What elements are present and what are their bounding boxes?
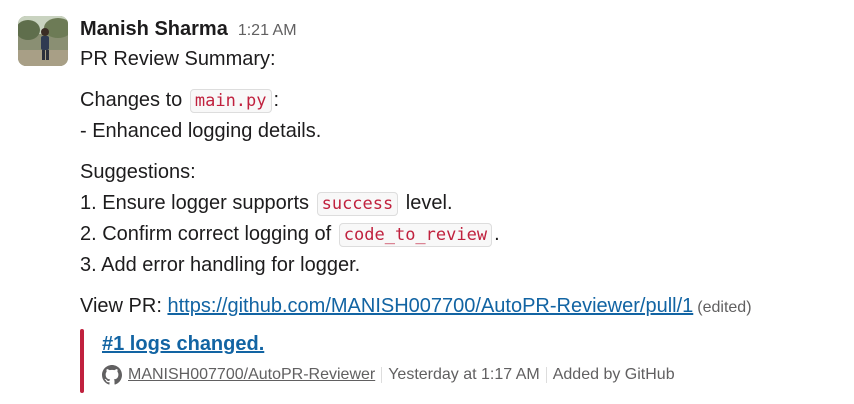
- message: Manish Sharma 1:21 AM PR Review Summary:…: [0, 0, 854, 404]
- suggestions-heading: Suggestions:: [80, 161, 196, 183]
- changes-file-code: main.py: [189, 89, 272, 113]
- suggestion-2: 2. Confirm correct logging of code_to_re…: [80, 219, 840, 250]
- message-header: Manish Sharma 1:21 AM: [80, 14, 840, 44]
- view-pr-line: View PR: https://github.com/MANISH007700…: [80, 291, 840, 323]
- changes-line: Changes to main.py:: [80, 85, 840, 116]
- edited-label: (edited): [697, 299, 752, 316]
- avatar[interactable]: [18, 16, 68, 66]
- github-icon: [102, 365, 122, 385]
- suggestion-1-prefix: 1. Ensure logger supports: [80, 192, 315, 214]
- suggestion-2-prefix: 2. Confirm correct logging of: [80, 223, 337, 245]
- unfurl-title-link[interactable]: #1 logs changed.: [102, 329, 264, 359]
- change-item: - Enhanced logging details.: [80, 120, 322, 142]
- suggestion-2-suffix: .: [494, 223, 500, 245]
- message-content: Manish Sharma 1:21 AM PR Review Summary:…: [80, 14, 840, 393]
- unfurl-added-by: Added by GitHub: [552, 366, 675, 383]
- unfurl-accent-bar: [80, 329, 84, 393]
- view-pr-label: View PR:: [80, 295, 168, 317]
- unfurl-time: Yesterday at 1:17 AM: [388, 366, 540, 383]
- pr-link[interactable]: https://github.com/MANISH007700/AutoPR-R…: [167, 295, 693, 317]
- summary-title: PR Review Summary:: [80, 48, 276, 70]
- changes-prefix: Changes to: [80, 89, 188, 111]
- sender-name[interactable]: Manish Sharma: [80, 14, 228, 44]
- suggestion-3: 3. Add error handling for logger.: [80, 254, 361, 276]
- suggestion-1-code: success: [316, 192, 399, 216]
- avatar-image: [18, 16, 68, 66]
- suggestion-1-suffix: level.: [400, 192, 453, 214]
- unfurl-footer: MANISH007700/AutoPR-Reviewer Yesterday a…: [102, 365, 840, 385]
- message-timestamp[interactable]: 1:21 AM: [238, 16, 297, 46]
- link-unfurl: #1 logs changed. MANISH007700/AutoPR-Rev…: [80, 329, 840, 393]
- changes-suffix: :: [273, 89, 280, 111]
- suggestion-1: 1. Ensure logger supports success level.: [80, 188, 840, 219]
- suggestion-2-code: code_to_review: [338, 223, 493, 247]
- footer-divider: [545, 367, 547, 383]
- footer-divider: [381, 367, 383, 383]
- repo-link[interactable]: MANISH007700/AutoPR-Reviewer: [128, 366, 375, 384]
